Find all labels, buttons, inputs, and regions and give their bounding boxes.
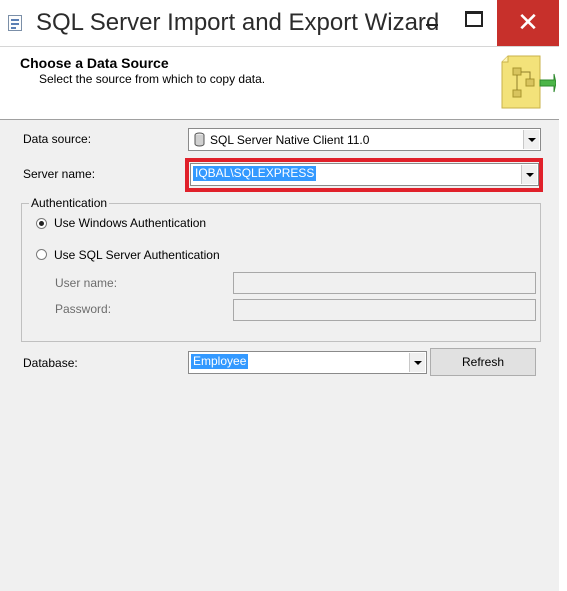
page-subtitle: Select the source from which to copy dat…: [39, 72, 266, 86]
server-name-value[interactable]: IQBAL\SQLEXPRESS: [193, 166, 317, 181]
database-value[interactable]: Employee: [191, 354, 249, 369]
sql-auth-radio[interactable]: [36, 249, 47, 260]
refresh-button[interactable]: Refresh: [430, 348, 536, 376]
close-button[interactable]: ✕: [497, 0, 559, 46]
database-cylinder-icon: [194, 132, 205, 147]
maximize-button[interactable]: [457, 0, 491, 46]
user-name-label: User name:: [55, 276, 118, 290]
windows-auth-label[interactable]: Use Windows Authentication: [54, 216, 206, 230]
wizard-app-icon: [8, 15, 22, 31]
page-title: Choose a Data Source: [20, 55, 169, 71]
chevron-down-icon[interactable]: [521, 165, 537, 184]
wizard-graphic-icon: [501, 55, 556, 109]
server-name-combo[interactable]: IQBAL\SQLEXPRESS: [190, 163, 539, 186]
password-field[interactable]: [233, 299, 536, 321]
database-combo[interactable]: Employee: [188, 351, 427, 374]
minimize-button[interactable]: [417, 0, 447, 46]
server-name-label: Server name:: [23, 167, 96, 181]
windows-auth-radio[interactable]: [36, 218, 47, 229]
window-border: [559, 0, 567, 591]
user-name-field[interactable]: [233, 272, 536, 294]
close-icon: ✕: [517, 7, 539, 37]
data-source-label: Data source:: [23, 132, 92, 146]
chevron-down-icon[interactable]: [523, 130, 539, 149]
sql-auth-label[interactable]: Use SQL Server Authentication: [54, 248, 220, 262]
data-source-value: SQL Server Native Client 11.0: [210, 133, 370, 147]
chevron-down-icon[interactable]: [409, 353, 425, 372]
password-label: Password:: [55, 302, 112, 316]
authentication-legend: Authentication: [29, 196, 110, 210]
data-source-dropdown[interactable]: SQL Server Native Client 11.0: [188, 128, 541, 151]
window-title: SQL Server Import and Export Wizard: [36, 9, 440, 36]
database-label: Database:: [23, 356, 78, 370]
